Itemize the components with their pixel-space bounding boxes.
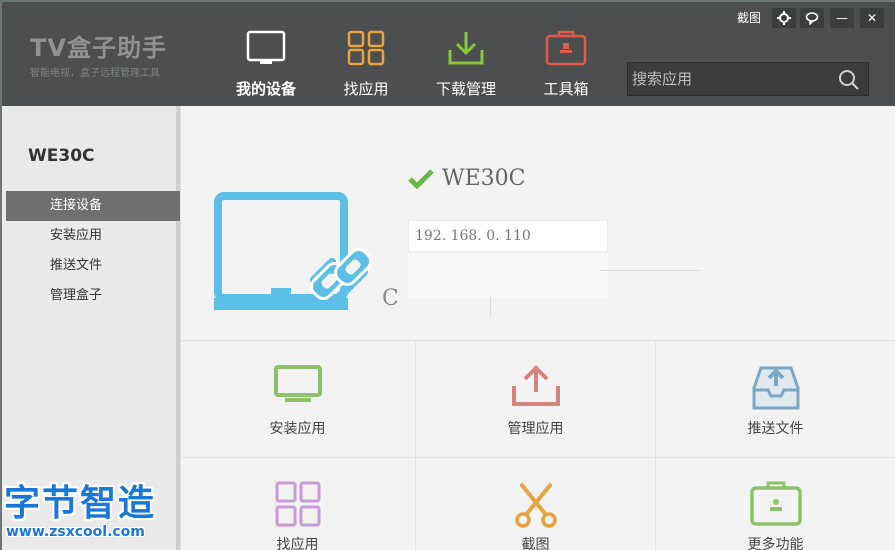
device-partial-text: C bbox=[382, 286, 399, 311]
sidebar-item-install-apps[interactable]: 安装应用 bbox=[6, 221, 180, 251]
toolbox-icon bbox=[749, 481, 802, 526]
gear-icon bbox=[777, 11, 791, 25]
tv-connected-icon bbox=[214, 192, 372, 310]
inbox-push-icon bbox=[752, 366, 799, 410]
screenshot-button[interactable]: 截图 bbox=[734, 8, 764, 28]
divider bbox=[490, 296, 491, 318]
upload-icon bbox=[511, 365, 560, 406]
tile-manage-apps[interactable]: 管理应用 bbox=[416, 342, 656, 458]
app-logo-subtitle: 智能电视，盒子远程管理工具 bbox=[30, 68, 160, 79]
close-button[interactable]: ✕ bbox=[860, 8, 884, 28]
check-icon bbox=[408, 169, 434, 190]
tile-install-apps[interactable]: 安装应用 bbox=[180, 342, 416, 458]
app-logo-title: TV盒子助手 bbox=[30, 34, 167, 62]
nav-label: 下载管理 bbox=[435, 80, 496, 98]
ip-address-field[interactable]: 192. 168. 0. 110 bbox=[408, 220, 608, 252]
main-content: C WE30C 192. 168. 0. 110 安装应用 管理应用 推送文件 … bbox=[180, 106, 895, 550]
grid-icon bbox=[275, 481, 320, 527]
search-box bbox=[627, 62, 869, 96]
sidebar-item-connect-device[interactable]: 连接设备 bbox=[6, 191, 180, 221]
ip-dropdown-area bbox=[408, 254, 608, 298]
search-icon[interactable] bbox=[838, 69, 860, 91]
search-input[interactable] bbox=[632, 67, 832, 91]
watermark: 字节智造 www.zsxcool.com bbox=[4, 483, 157, 541]
nav-toolbox[interactable]: 工具箱 bbox=[521, 30, 611, 100]
watermark-title: 字节智造 bbox=[4, 483, 157, 524]
sidebar-item-push-files[interactable]: 推送文件 bbox=[6, 251, 180, 281]
monitor-icon bbox=[246, 30, 286, 64]
settings-button[interactable] bbox=[772, 8, 796, 28]
divider bbox=[180, 106, 181, 550]
tile-push-files[interactable]: 推送文件 bbox=[656, 342, 895, 458]
tv-install-icon bbox=[273, 365, 322, 402]
feedback-button[interactable] bbox=[800, 8, 824, 28]
tile-more-features[interactable]: 更多功能 bbox=[656, 458, 895, 550]
divider bbox=[180, 340, 895, 341]
tile-label: 更多功能 bbox=[747, 537, 804, 550]
tile-label: 截图 bbox=[521, 537, 550, 550]
nav-label: 找应用 bbox=[343, 80, 389, 98]
tile-label: 安装应用 bbox=[269, 421, 326, 437]
nav-my-devices[interactable]: 我的设备 bbox=[221, 30, 311, 100]
connected-device-name: WE30C bbox=[442, 166, 526, 191]
app-window: TV盒子助手 智能电视，盒子远程管理工具 我的设备 找应用 下载管理 工具箱 搜… bbox=[2, 2, 895, 550]
nav-find-apps[interactable]: 找应用 bbox=[321, 30, 411, 100]
tile-label: 找应用 bbox=[276, 537, 319, 550]
sidebar-device-name: WE30C bbox=[28, 146, 95, 166]
toolbox-icon bbox=[545, 30, 587, 66]
watermark-url: www.zsxcool.com bbox=[6, 524, 145, 540]
scissors-icon bbox=[514, 482, 557, 528]
minimize-button[interactable]: — bbox=[830, 8, 854, 28]
nav-label: 我的设备 bbox=[235, 80, 296, 98]
tile-screenshot[interactable]: 截图 bbox=[416, 458, 656, 550]
divider bbox=[600, 270, 700, 271]
chat-icon bbox=[805, 12, 819, 26]
sidebar-item-manage-box[interactable]: 管理盒子 bbox=[6, 281, 180, 311]
nav-download-manager[interactable]: 下载管理 bbox=[421, 30, 511, 100]
download-icon bbox=[448, 32, 484, 65]
top-bar: TV盒子助手 智能电视，盒子远程管理工具 我的设备 找应用 下载管理 工具箱 搜… bbox=[2, 2, 895, 106]
tile-find-apps[interactable]: 找应用 bbox=[180, 458, 416, 550]
nav-label: 工具箱 bbox=[543, 80, 589, 98]
tile-label: 管理应用 bbox=[507, 421, 564, 437]
grid-icon bbox=[347, 30, 385, 66]
tile-label: 推送文件 bbox=[747, 421, 804, 437]
